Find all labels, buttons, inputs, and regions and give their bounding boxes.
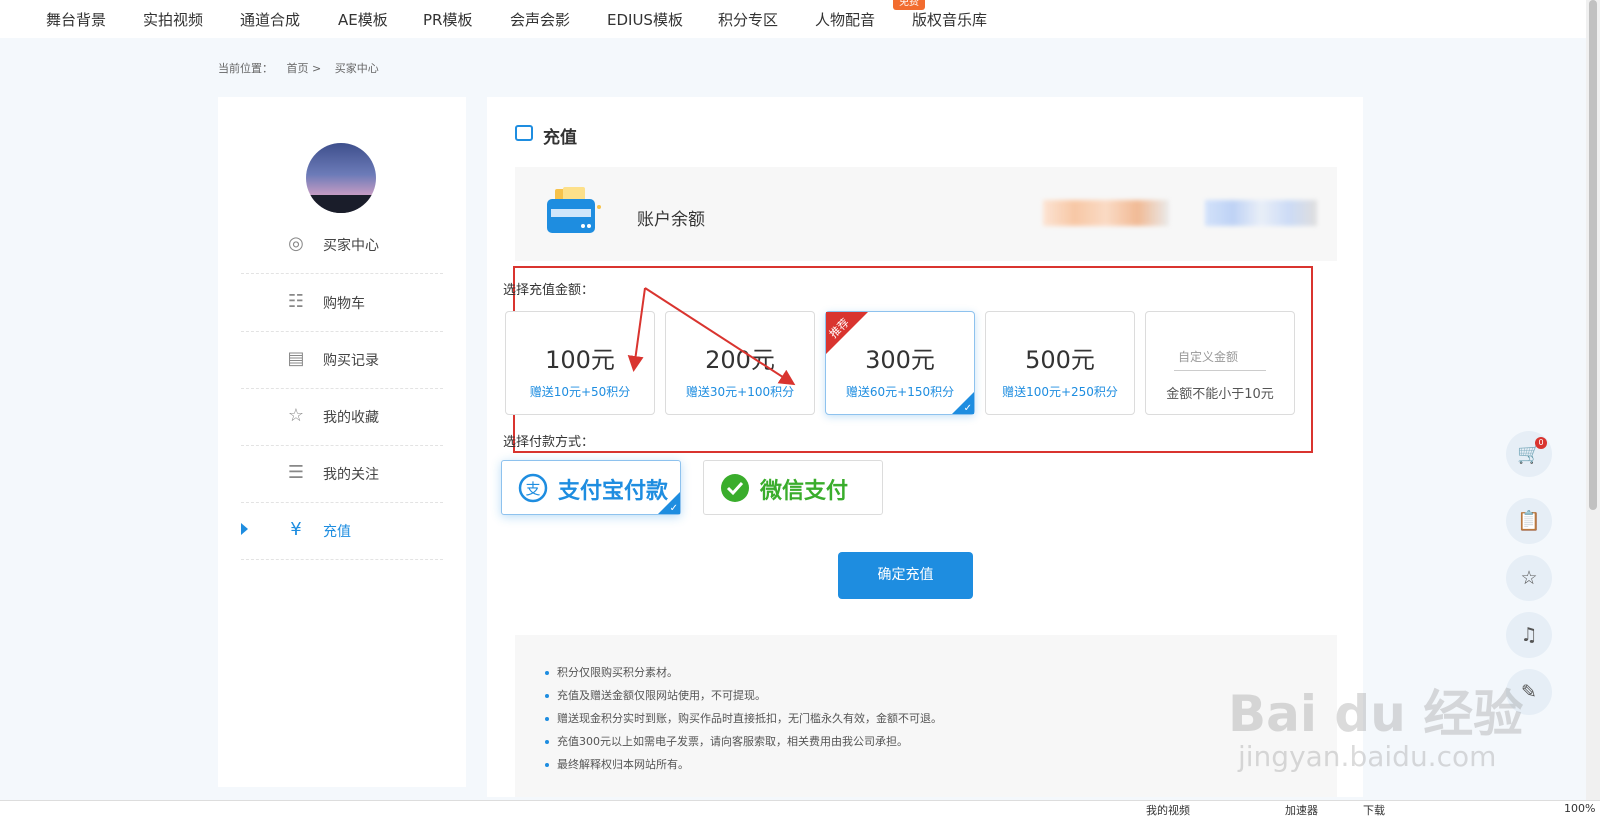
amount-value: 300元 xyxy=(865,346,935,374)
amount-option-100[interactable]: 100元 赠送10元+50积分 xyxy=(505,311,655,415)
amount-gift: 赠送100元+250积分 xyxy=(1002,385,1118,399)
sidebar-item-buyer-center[interactable]: ◎ 买家中心 xyxy=(241,215,443,274)
sidebar-item-favorites[interactable]: ☆ 我的收藏 xyxy=(241,387,443,446)
balance-panel: 账户余额 xyxy=(515,167,1337,261)
sidebar-item-label: 我的关注 xyxy=(323,467,379,483)
nav-item[interactable]: EDIUS模板 xyxy=(607,9,683,30)
browser-statusbar: 我的视频 加速器 下载 100% xyxy=(0,800,1600,818)
amount-value: 100元 xyxy=(545,346,615,374)
confirm-recharge-button[interactable]: 确定充值 xyxy=(838,552,973,599)
check-icon: ✓ xyxy=(669,503,678,514)
breadcrumb-label: 当前位置： xyxy=(218,62,273,75)
list-icon: ☰ xyxy=(287,462,305,483)
sidebar: ◎ 买家中心 ☷ 购物车 ▤ 购买记录 ☆ 我的收藏 ☰ 我的关注 ¥ 充值 xyxy=(218,97,466,787)
breadcrumb-current: 买家中心 xyxy=(334,62,379,75)
status-item[interactable]: 加速器 xyxy=(1285,802,1318,818)
star-icon: ☆ xyxy=(1520,567,1538,589)
sidebar-item-following[interactable]: ☰ 我的关注 xyxy=(241,444,443,503)
amount-option-500[interactable]: 500元 赠送100元+250积分 xyxy=(985,311,1135,415)
amount-value: 500元 xyxy=(1025,346,1095,374)
sidebar-item-label: 我的收藏 xyxy=(323,410,379,426)
note-item: 最终解释权归本网站所有。 xyxy=(545,753,942,776)
float-clipboard-button[interactable]: 📋 xyxy=(1506,498,1552,544)
note-item: 赠送现金积分实时到账，购买作品时直接抵扣，无门槛永久有效，金额不可退。 xyxy=(545,707,942,730)
active-arrow-icon xyxy=(241,523,248,535)
nav-item[interactable]: 版权音乐库 xyxy=(912,9,987,30)
nav-item[interactable]: 积分专区 xyxy=(718,9,778,30)
note-item: 充值及赠送金额仅限网站使用，不可提现。 xyxy=(545,684,942,707)
baidu-watermark: Bai du 经验 jingyan.baidu.com xyxy=(1228,640,1528,780)
balance-label: 账户余额 xyxy=(637,210,705,230)
check-icon: ✓ xyxy=(963,403,972,414)
user-circle-icon: ◎ xyxy=(288,233,304,254)
amount-option-300[interactable]: 推荐 300元 赠送60元+150积分 ✓ xyxy=(825,311,975,415)
input-underline xyxy=(1174,370,1266,371)
custom-amount-note: 金额不能小于10元 xyxy=(1166,387,1274,402)
nav-item[interactable]: PR模板 xyxy=(423,9,472,30)
watermark-url: jingyan.baidu.com xyxy=(1238,740,1497,773)
shop-icon xyxy=(515,125,533,141)
sidebar-item-label: 充值 xyxy=(323,524,351,540)
avatar[interactable] xyxy=(306,143,376,213)
zoom-level[interactable]: 100% xyxy=(1564,802,1595,815)
cart-count-badge: 0 xyxy=(1535,437,1547,449)
svg-text:支: 支 xyxy=(525,480,540,498)
star-icon: ☆ xyxy=(287,405,305,426)
records-icon: ▤ xyxy=(287,348,305,369)
wallet-icon xyxy=(547,187,601,233)
sidebar-item-recharge[interactable]: ¥ 充值 xyxy=(241,501,443,560)
scroll-thumb[interactable] xyxy=(1589,0,1597,510)
float-cart-button[interactable]: 🛒 0 xyxy=(1506,431,1552,477)
status-item[interactable]: 下载 xyxy=(1363,802,1385,818)
sidebar-item-cart[interactable]: ☷ 购物车 xyxy=(241,273,443,332)
nav-item[interactable]: AE模板 xyxy=(338,9,388,30)
nav-item[interactable]: 人物配音 xyxy=(815,9,875,30)
note-item: 积分仅限购买积分素材。 xyxy=(545,661,942,684)
recharge-icon: ¥ xyxy=(290,519,302,540)
notes-panel: 积分仅限购买积分素材。 充值及赠送金额仅限网站使用，不可提现。 赠送现金积分实时… xyxy=(515,635,1337,797)
nav-item[interactable]: 会声会影 xyxy=(510,9,570,30)
alipay-icon: 支 xyxy=(518,473,548,503)
amount-value: 200元 xyxy=(705,346,775,374)
watermark-brand: Bai du 经验 xyxy=(1228,685,1524,743)
sidebar-item-records[interactable]: ▤ 购买记录 xyxy=(241,330,443,389)
amount-option-200[interactable]: 200元 赠送30元+100积分 xyxy=(665,311,815,415)
page-title: 充值 xyxy=(543,128,577,148)
payment-label: 微信支付 xyxy=(760,479,849,504)
payment-alipay[interactable]: 支 支付宝付款 ✓ xyxy=(501,460,681,515)
payment-wechat[interactable]: 微信支付 xyxy=(703,460,883,515)
sidebar-item-label: 买家中心 xyxy=(323,238,379,254)
sidebar-item-label: 购买记录 xyxy=(323,353,379,369)
custom-amount-input[interactable]: 自定义金额 xyxy=(1178,348,1238,365)
note-item: 充值300元以上如需电子发票，请向客服索取，相关费用由我公司承担。 xyxy=(545,730,942,753)
payment-label: 支付宝付款 xyxy=(558,479,669,504)
nav-item[interactable]: 实拍视频 xyxy=(143,9,203,30)
breadcrumb: 当前位置： 首页 > 买家中心 xyxy=(218,60,389,76)
page-scrollbar[interactable] xyxy=(1586,0,1600,800)
nav-item[interactable]: 通道合成 xyxy=(240,9,300,30)
breadcrumb-home[interactable]: 首页 > xyxy=(287,62,322,75)
payment-section-label: 选择付款方式： xyxy=(503,435,595,450)
wechat-icon xyxy=(721,474,749,502)
status-item[interactable]: 我的视频 xyxy=(1146,802,1190,818)
amount-gift: 赠送10元+50积分 xyxy=(529,385,631,399)
custom-amount-option[interactable]: 自定义金额 金额不能小于10元 xyxy=(1145,311,1295,415)
sidebar-item-label: 购物车 xyxy=(323,296,365,312)
float-favorite-button[interactable]: ☆ xyxy=(1506,555,1552,601)
balance-value-redacted xyxy=(1043,200,1169,226)
points-value-redacted xyxy=(1205,200,1317,226)
top-navigation: 舞台背景 实拍视频 通道合成 AE模板 PR模板 会声会影 EDIUS模板 积分… xyxy=(0,0,1600,38)
clipboard-icon: 📋 xyxy=(1517,510,1541,532)
amount-section-label: 选择充值金额： xyxy=(503,283,595,298)
cart-icon: ☷ xyxy=(287,291,305,312)
amount-gift: 赠送30元+100积分 xyxy=(685,385,795,399)
nav-item[interactable]: 舞台背景 xyxy=(46,9,106,30)
